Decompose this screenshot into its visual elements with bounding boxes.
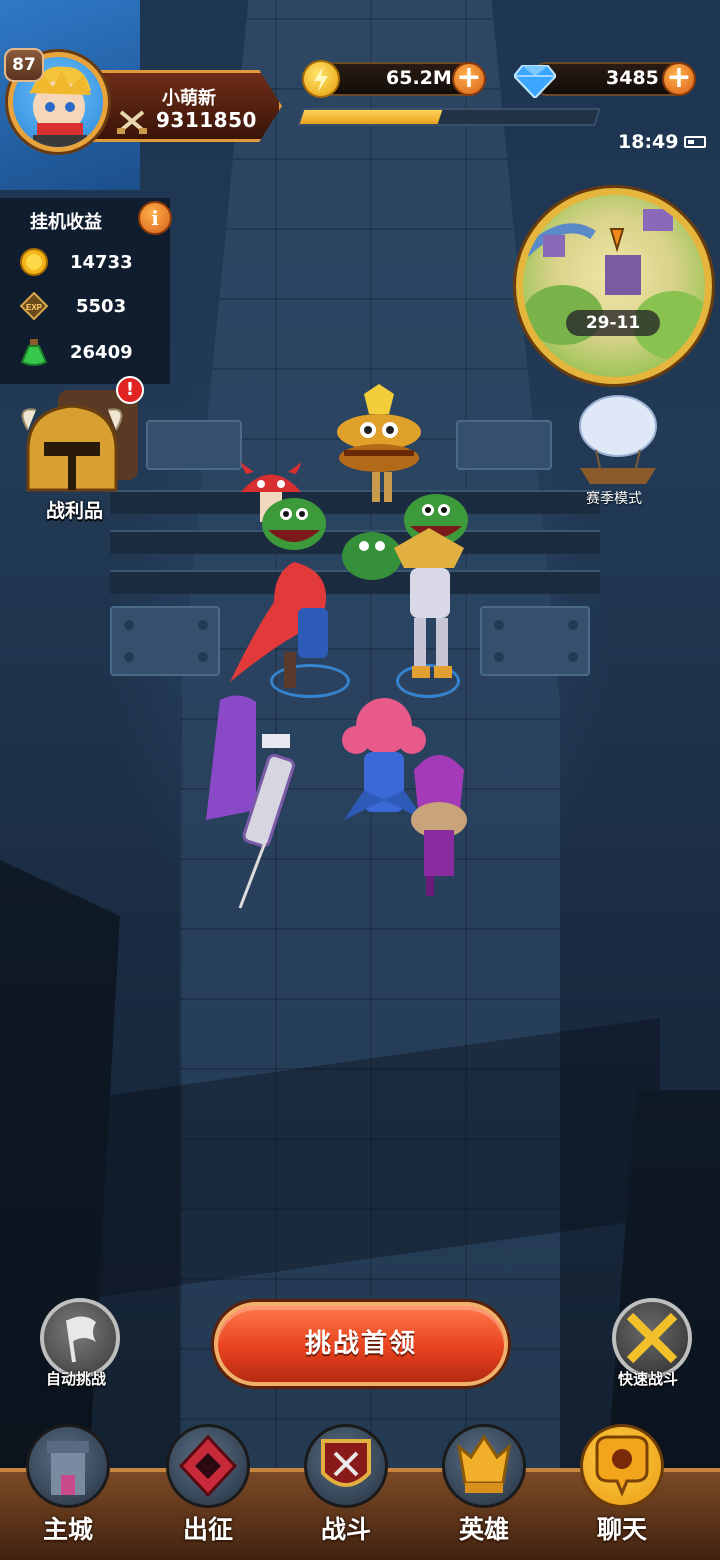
hooded-hero [411, 755, 467, 896]
battle-icon [304, 1424, 388, 1508]
stage-minimap[interactable] [516, 188, 712, 384]
idle-potion-value: 26409 [70, 342, 133, 363]
nav-label-heroes: 英雄 [458, 1515, 509, 1544]
nav-label-expedition: 出征 [182, 1515, 233, 1544]
loot-alert-badge: ! [116, 376, 144, 404]
nav-item-battle[interactable]: 战斗 [296, 1424, 396, 1560]
expedition-icon [166, 1424, 250, 1508]
nav-item-heroes[interactable]: 英雄 [434, 1424, 534, 1560]
add-gold-button[interactable]: + [452, 62, 486, 96]
add-gems-button[interactable]: + [662, 62, 696, 96]
flag-icon [66, 1316, 96, 1363]
auto-challenge-label: 自动挑战 [46, 1370, 107, 1388]
diamond-gem-icon [514, 65, 556, 98]
gold-coin-icon [302, 60, 340, 98]
golden-mech-hero [394, 528, 464, 678]
svg-text:EXP: EXP [26, 303, 43, 312]
player-name: 小萌新 [162, 88, 216, 109]
gold-coin-icon [20, 248, 48, 276]
red-hair-hero [230, 562, 328, 688]
nav-item-expedition[interactable]: 出征 [158, 1424, 258, 1560]
status-clock: 18:49 [618, 131, 679, 153]
hero-icon [442, 1424, 526, 1508]
nav-item-chat[interactable]: 聊天 [572, 1424, 672, 1560]
location-marker-icon [609, 228, 625, 253]
stage-number: 29-11 [566, 310, 660, 336]
challenge-boss-button[interactable]: 挑战首领 [214, 1302, 508, 1386]
info-button[interactable]: i [138, 201, 172, 235]
auto-challenge-button[interactable] [40, 1298, 120, 1378]
exp-icon: EXP [20, 292, 48, 320]
potion-icon [20, 339, 48, 366]
player-avatar-button[interactable]: 87 [4, 48, 110, 158]
quick-battle-label: 快速战斗 [618, 1370, 679, 1388]
gold-amount: 65.2M [386, 67, 452, 89]
nav-item-main-city[interactable]: 主城 [18, 1424, 118, 1560]
combat-power-value: 9311850 [156, 108, 257, 132]
battery-icon [684, 136, 706, 148]
experience-progress-bar [297, 108, 601, 126]
airship-icon[interactable] [566, 394, 666, 490]
idle-gold-value: 14733 [70, 252, 133, 273]
idle-rewards-title: 挂机收益 [30, 212, 102, 233]
experience-progress-fill [299, 110, 443, 124]
season-mode-label: 赛季模式 [586, 491, 642, 507]
castle-icon [26, 1424, 110, 1508]
loot-label: 战利品 [46, 500, 104, 522]
purple-hair-hero [206, 695, 295, 909]
quick-battle-button[interactable] [612, 1298, 692, 1378]
ground-shadow [60, 1017, 660, 1303]
nav-label-main-city: 主城 [42, 1515, 93, 1544]
chat-icon [580, 1424, 664, 1508]
player-level-badge: 87 [4, 48, 44, 82]
gem-amount: 3485 [606, 67, 659, 89]
crossed-swords-icon [626, 1312, 678, 1364]
nav-label-chat: 聊天 [596, 1515, 647, 1544]
crossed-swords-icon [117, 110, 147, 134]
idle-exp-value: 5503 [76, 296, 127, 317]
nav-label-battle: 战斗 [320, 1515, 371, 1544]
